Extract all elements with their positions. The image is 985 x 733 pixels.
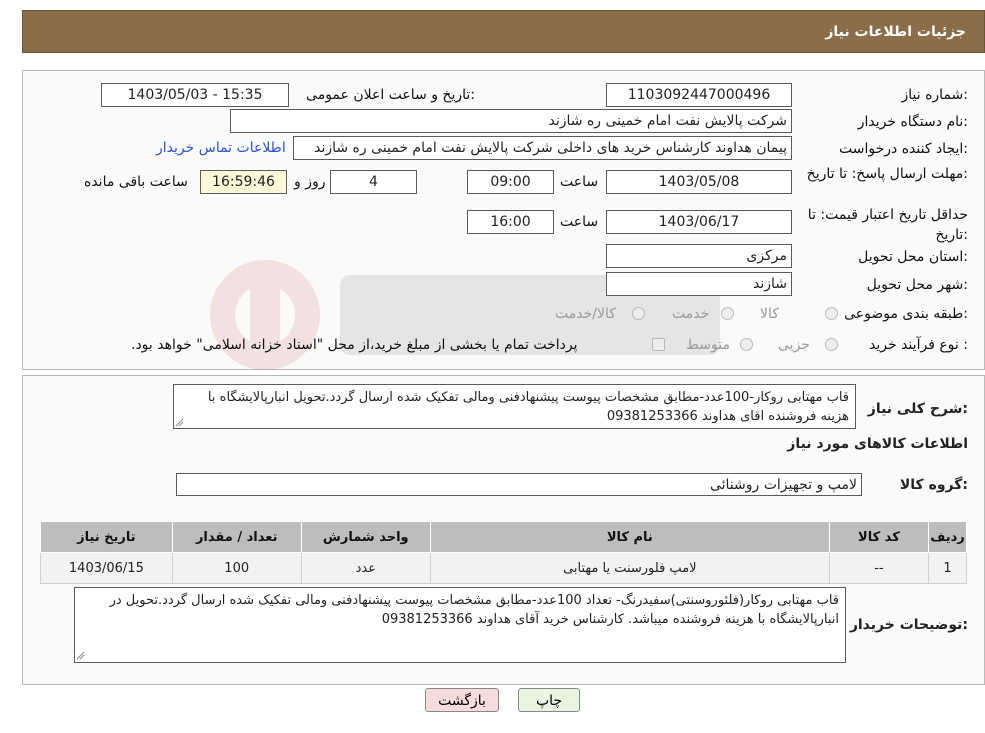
purchase-medium-radio[interactable]: [740, 338, 753, 351]
buyer-notes-textarea[interactable]: قاب مهتابی روکار(فلئوروسنتی)سفیدرنگ- تعد…: [74, 587, 846, 663]
resize-handle-icon[interactable]: [76, 651, 85, 660]
announce-datetime-label: تاریخ و ساعت اعلان عمومی:: [306, 87, 475, 103]
print-button[interactable]: چاپ: [518, 688, 580, 712]
category-service-label: خدمت: [672, 306, 710, 322]
col-header-row-number: ردیف: [928, 521, 967, 553]
summary-text: قاب مهتابی روکار-100عدد-مطابق مشخصات پیو…: [207, 390, 849, 424]
cell-goods-name: لامپ فلورسنت یا مهتابی: [429, 552, 830, 584]
buyer-notes-text: قاب مهتابی روکار(فلئوروسنتی)سفیدرنگ- تعد…: [109, 593, 839, 627]
purchase-minor-label: جزیی: [778, 337, 810, 353]
col-header-goods-name: نام کالا: [429, 521, 830, 553]
category-label: طبقه بندی موضوعی:: [844, 306, 968, 322]
buyer-org-label: نام دستگاه خریدار:: [857, 114, 968, 130]
cell-quantity: 100: [171, 552, 302, 584]
cell-need-date: 1403/06/15: [40, 552, 173, 584]
need-number-label: شماره نیاز:: [901, 87, 968, 103]
purchase-treasury-checkbox[interactable]: [652, 338, 665, 351]
buyer-org-field: شرکت پالایش نفت امام خمینی ره شازند: [230, 109, 792, 133]
validity-time-label: ساعت: [560, 214, 599, 230]
creator-field: پیمان هداوند کارشناس خرید های داخلی شرکت…: [293, 136, 792, 160]
cell-unit: عدد: [300, 552, 431, 584]
province-field: مرکزی: [606, 244, 792, 268]
buyer-contact-link[interactable]: اطلاعات تماس خریدار: [156, 140, 286, 156]
purchase-medium-label: متوسط: [686, 337, 730, 353]
cell-row-number: 1: [928, 552, 967, 584]
table-row: 1 -- لامپ فلورسنت یا مهتابی عدد 100 1403…: [40, 552, 967, 584]
reply-time-label: ساعت: [560, 174, 599, 190]
category-goods-service-label: کالا/خدمت: [555, 306, 616, 322]
purchase-treasury-note: پرداخت تمام یا بخشی از مبلغ خرید،از محل …: [131, 337, 578, 353]
summary-title: شرح کلی نیاز:: [867, 401, 968, 417]
goods-group-field: لامپ و تجهیزات روشنائی: [176, 473, 862, 496]
purchase-minor-radio[interactable]: [825, 338, 838, 351]
goods-table: ردیف کد کالا نام کالا واحد شمارش تعداد /…: [40, 521, 967, 584]
summary-textarea[interactable]: قاب مهتابی روکار-100عدد-مطابق مشخصات پیو…: [173, 384, 856, 429]
purchase-type-label: نوع فرآیند خرید :: [869, 337, 968, 353]
validity-time-field: 16:00: [467, 210, 554, 234]
category-goods-radio[interactable]: [825, 307, 838, 320]
creator-label: ایجاد کننده درخواست:: [839, 141, 968, 157]
col-header-goods-code: کد کالا: [828, 521, 930, 553]
col-header-quantity: تعداد / مقدار: [171, 521, 302, 553]
back-button[interactable]: بازگشت: [425, 688, 499, 712]
reply-time-field: 09:00: [467, 170, 554, 194]
buyer-notes-label: توضیحات خریدار:: [849, 617, 968, 633]
days-label: روز و: [294, 174, 326, 190]
reply-date-field: 1403/05/08: [606, 170, 792, 194]
remaining-time-field: 16:59:46: [200, 170, 287, 194]
category-service-radio[interactable]: [721, 307, 734, 320]
price-validity-label: حداقل تاریخ اعتبار قیمت: تا تاریخ:: [807, 207, 968, 243]
province-label: استان محل تحویل:: [858, 249, 968, 265]
validity-date-field: 1403/06/17: [606, 210, 792, 234]
days-remaining-field: 4: [330, 170, 417, 194]
goods-info-title: اطلاعات کالاهای مورد نیاز: [787, 436, 968, 452]
resize-handle-icon[interactable]: [175, 418, 184, 427]
need-number-field: 1103092447000496: [606, 83, 792, 107]
category-goods-service-radio[interactable]: [632, 307, 645, 320]
announce-datetime-field: 1403/05/03 - 15:35: [101, 83, 289, 107]
cell-goods-code: --: [828, 552, 930, 584]
goods-group-label: گروه کالا:: [899, 477, 968, 493]
city-label: شهر محل تحویل:: [866, 277, 968, 293]
col-header-unit: واحد شمارش: [300, 521, 431, 553]
city-field: شازند: [606, 272, 792, 296]
col-header-need-date: تاریخ نیاز: [40, 521, 173, 553]
page-header: جزئیات اطلاعات نیاز: [22, 10, 985, 53]
table-header-row: ردیف کد کالا نام کالا واحد شمارش تعداد /…: [40, 521, 967, 553]
page-title: جزئیات اطلاعات نیاز: [825, 24, 966, 40]
remaining-time-label: ساعت باقی مانده: [84, 174, 188, 190]
category-goods-label: کالا: [760, 306, 779, 322]
reply-deadline-label: مهلت ارسال پاسخ: تا تاریخ:: [806, 166, 968, 182]
